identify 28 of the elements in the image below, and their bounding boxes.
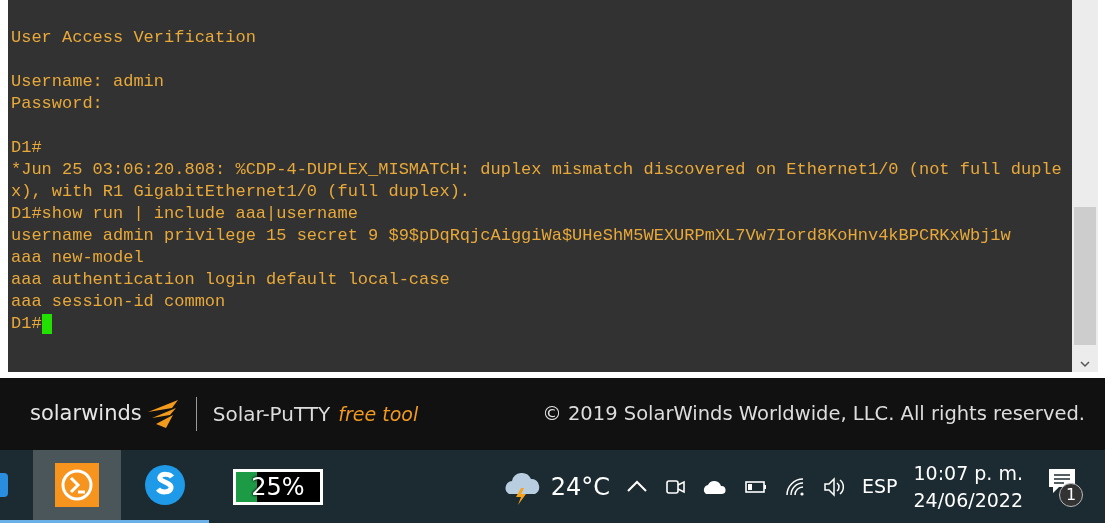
terminal-line: D1# bbox=[11, 137, 42, 159]
language-indicator[interactable]: ESP bbox=[861, 472, 898, 501]
clock-time[interactable]: 10:07 p. m. bbox=[913, 459, 1023, 487]
tagline: free tool bbox=[338, 401, 419, 427]
scroll-down-icon[interactable] bbox=[1080, 360, 1090, 368]
terminal-line: Username: admin bbox=[11, 71, 165, 93]
notification-count[interactable]: 1 bbox=[1059, 482, 1083, 507]
terminal-line: aaa new-model bbox=[11, 247, 144, 269]
terminal-line: x), with R1 GigabitEthernet1/0 (full duplex). bbox=[11, 181, 471, 203]
terminal-line: Password: bbox=[11, 93, 103, 115]
scrollbar[interactable] bbox=[1072, 0, 1098, 372]
product-name: Solar-PuTTY bbox=[212, 401, 331, 428]
terminal-line: aaa session-id common bbox=[11, 291, 226, 313]
taskbar-app[interactable] bbox=[33, 450, 121, 523]
clock-date[interactable]: 24/06/2022 bbox=[913, 486, 1023, 514]
brand-name: solarwinds bbox=[30, 400, 142, 428]
terminal-line: User Access Verification bbox=[11, 27, 256, 49]
terminal-line: aaa authentication login default local-case bbox=[11, 269, 450, 291]
terminal-line: username admin privilege 15 secret 9 $9$pDqRqjcAiggiWa$UHeShM5WEXURPmXL7Vw7Iord8KoHnv4kBPCRKxWbj1w bbox=[11, 225, 1011, 247]
terminal-line: *Jun 25 03:06:20.808: %CDP-4-DUPLEX_MISMATCH: duplex mismatch discovered on Ethernet1/0 (not full duple bbox=[11, 159, 1062, 181]
app-icon bbox=[0, 473, 8, 497]
temperature[interactable]: 24°C bbox=[550, 468, 610, 505]
copyright-text: © 2019 SolarWinds Worldwide, LLC. All rights reserved. bbox=[542, 401, 1085, 428]
terminal-icon bbox=[55, 463, 99, 507]
speaker-icon[interactable] bbox=[821, 474, 846, 499]
terminal-line: D1# bbox=[11, 313, 42, 335]
s-letter-icon bbox=[143, 463, 187, 507]
terminal-line: D1#show run | include aaa|username bbox=[11, 203, 358, 225]
